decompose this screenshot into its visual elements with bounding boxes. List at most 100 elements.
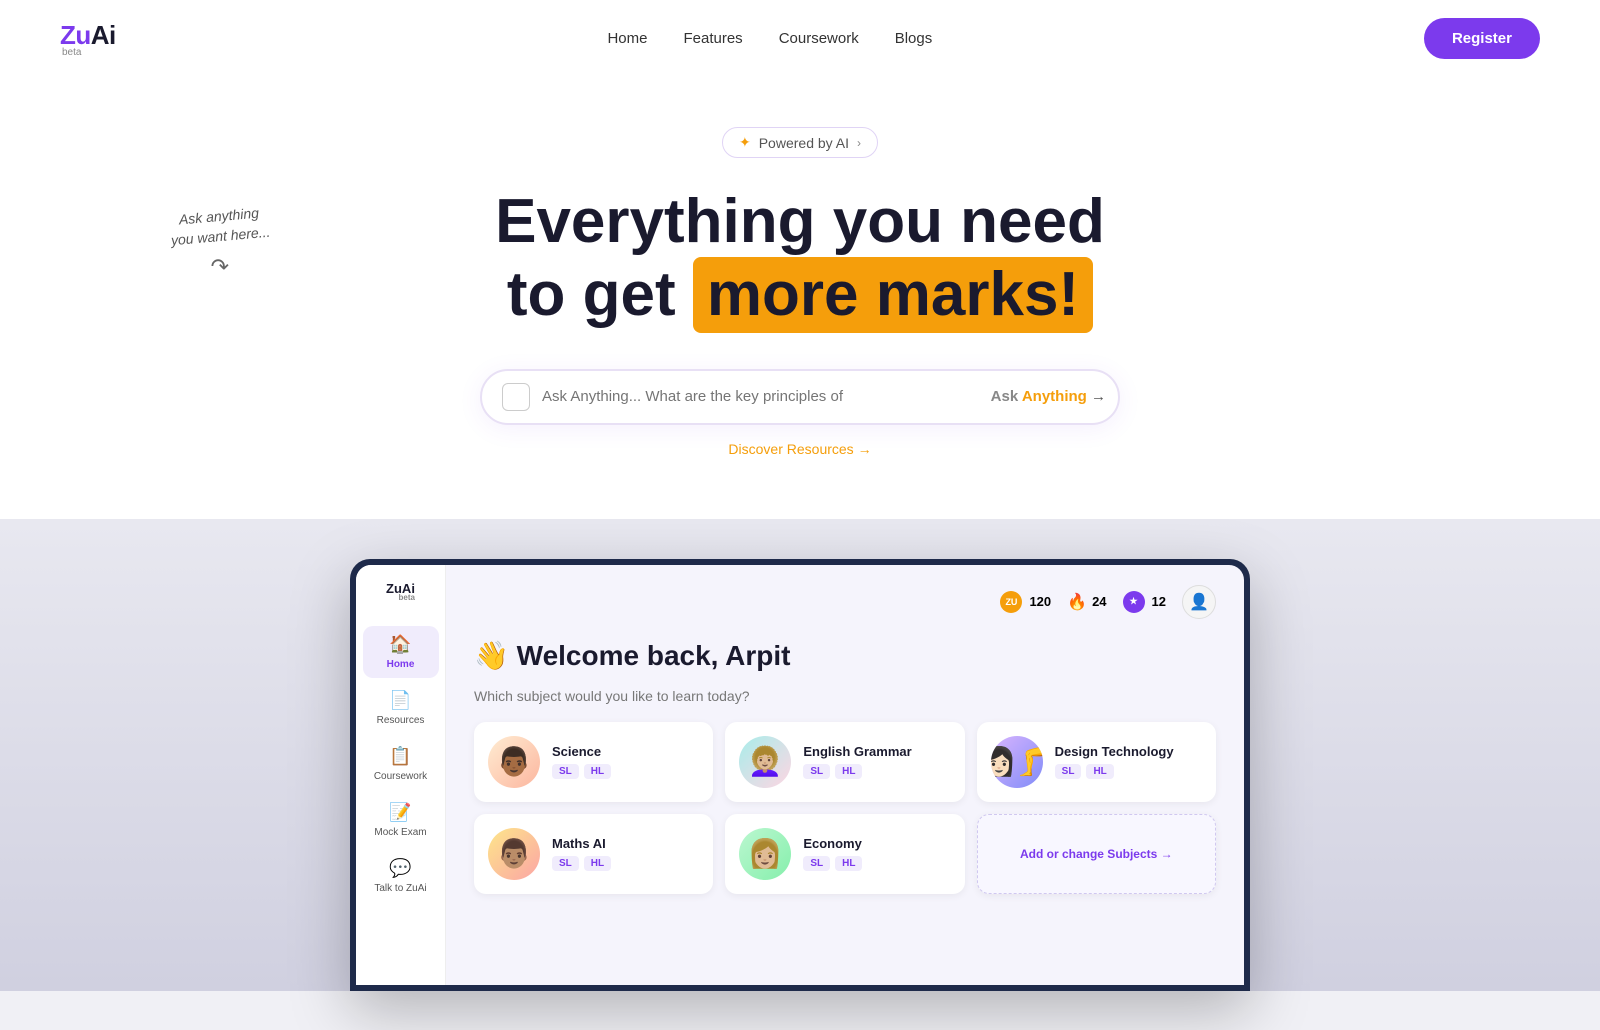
science-tag-sl: SL [552, 764, 579, 779]
sidebar-item-talk[interactable]: 💬 Talk to ZuAi [363, 850, 439, 902]
economy-name: Economy [803, 836, 950, 851]
sidebar-item-coursework[interactable]: 📋 Coursework [363, 738, 439, 790]
english-tags: SL HL [803, 764, 950, 779]
subject-card-science[interactable]: 👨🏾 Science SL HL [474, 722, 713, 802]
subject-card-economy[interactable]: 👩🏼 Economy SL HL [725, 814, 964, 894]
sidebar-label-talk: Talk to ZuAi [374, 883, 426, 894]
anything-label: Anything [1022, 388, 1087, 405]
talk-icon: 💬 [389, 858, 411, 879]
maths-avatar: 👨🏽 [488, 828, 540, 880]
resources-icon: 📄 [389, 690, 411, 711]
mockup-section: ZuAi beta 🏠 Home 📄 Resources 📋 Coursewor… [0, 519, 1600, 991]
home-icon: 🏠 [389, 634, 411, 655]
navbar: ZuAi beta Home Features Coursework Blogs… [0, 0, 1600, 77]
powered-badge[interactable]: ✦ Powered by AI › [722, 127, 878, 158]
design-tags: SL HL [1055, 764, 1202, 779]
stat-star: ★ 12 [1123, 591, 1166, 613]
subject-card-english[interactable]: 👩🏼‍🦱 English Grammar SL HL [725, 722, 964, 802]
science-avatar: 👨🏾 [488, 736, 540, 788]
search-container: Ask Anything → [480, 369, 1120, 425]
subjects-grid: 👨🏾 Science SL HL 👩🏼‍🦱 [474, 722, 1216, 894]
user-avatar[interactable]: 👤 [1182, 585, 1216, 619]
design-name: Design Technology [1055, 744, 1202, 759]
design-info: Design Technology SL HL [1055, 744, 1202, 779]
subject-card-design[interactable]: 👩🏻‍🦵 Design Technology SL HL [977, 722, 1216, 802]
design-tag-hl: HL [1086, 764, 1113, 779]
nav-blogs[interactable]: Blogs [895, 30, 933, 47]
nav-features[interactable]: Features [683, 30, 742, 47]
fire-icon: 🔥 [1067, 592, 1087, 612]
economy-tags: SL HL [803, 856, 950, 871]
subtitle: Which subject would you like to learn to… [474, 688, 1216, 704]
hero-title-line2: to get more marks! [507, 260, 1093, 329]
sidebar-label-resources: Resources [377, 715, 425, 726]
zu-value: 120 [1029, 594, 1051, 609]
sidebar-item-resources[interactable]: 📄 Resources [363, 682, 439, 734]
science-tags: SL HL [552, 764, 699, 779]
nav-home[interactable]: Home [607, 30, 647, 47]
star-value: 12 [1152, 594, 1166, 609]
hero-title-highlight: more marks! [693, 257, 1093, 332]
nav-links: Home Features Coursework Blogs [607, 30, 932, 48]
mock-exam-icon: 📝 [389, 802, 411, 823]
search-input[interactable] [542, 388, 991, 405]
english-avatar: 👩🏼‍🦱 [739, 736, 791, 788]
discover-link[interactable]: Discover Resources → [728, 441, 871, 457]
search-bar: Ask Anything → [480, 369, 1120, 425]
annotation: Ask anythingyou want here... ↷ [170, 207, 270, 280]
maths-info: Maths AI SL HL [552, 836, 699, 871]
economy-tag-hl: HL [835, 856, 862, 871]
ask-label: Ask [991, 388, 1019, 405]
fire-value: 24 [1092, 594, 1106, 609]
sidebar-label-coursework: Coursework [374, 771, 427, 782]
maths-tag-hl: HL [584, 856, 611, 871]
maths-tags: SL HL [552, 856, 699, 871]
sidebar-label-mock-exam: Mock Exam [374, 827, 426, 838]
economy-tag-sl: SL [803, 856, 830, 871]
search-icon-box [502, 383, 530, 411]
science-info: Science SL HL [552, 744, 699, 779]
sidebar-label-home: Home [387, 659, 415, 670]
english-info: English Grammar SL HL [803, 744, 950, 779]
science-name: Science [552, 744, 699, 759]
app-logo: ZuAi beta [386, 581, 415, 602]
avatar-icon: 👤 [1189, 592, 1209, 612]
subject-card-maths[interactable]: 👨🏽 Maths AI SL HL [474, 814, 713, 894]
maths-tag-sl: SL [552, 856, 579, 871]
nav-coursework[interactable]: Coursework [779, 30, 859, 47]
top-bar: ZU 120 🔥 24 ★ 12 👤 [474, 585, 1216, 619]
powered-arrow: › [857, 136, 861, 150]
annotation-text: Ask anythingyou want here... [168, 203, 271, 251]
app-sidebar: ZuAi beta 🏠 Home 📄 Resources 📋 Coursewor… [356, 565, 446, 985]
maths-name: Maths AI [552, 836, 699, 851]
add-subject-label: Add or change Subjects → [1020, 847, 1173, 861]
zu-badge-icon: ZU [1000, 591, 1022, 613]
english-tag-sl: SL [803, 764, 830, 779]
ask-arrow: → [1091, 388, 1106, 405]
annotation-arrow: ↷ [170, 254, 270, 280]
economy-avatar: 👩🏼 [739, 828, 791, 880]
add-subject-card[interactable]: Add or change Subjects → [977, 814, 1216, 894]
register-button[interactable]: Register [1424, 18, 1540, 59]
sidebar-item-mock-exam[interactable]: 📝 Mock Exam [363, 794, 439, 846]
coursework-icon: 📋 [389, 746, 411, 767]
sidebar-item-home[interactable]: 🏠 Home [363, 626, 439, 678]
powered-label: Powered by AI [759, 135, 849, 151]
mockup-inner: ZuAi beta 🏠 Home 📄 Resources 📋 Coursewor… [356, 565, 1244, 985]
hero-section: Ask anythingyou want here... ↷ ✦ Powered… [0, 77, 1600, 519]
stat-zu: ZU 120 [1000, 591, 1051, 613]
mockup-frame: ZuAi beta 🏠 Home 📄 Resources 📋 Coursewor… [350, 559, 1250, 991]
design-tag-sl: SL [1055, 764, 1082, 779]
english-tag-hl: HL [835, 764, 862, 779]
ask-button[interactable]: Ask Anything → [991, 388, 1106, 405]
science-tag-hl: HL [584, 764, 611, 779]
star-icon: ✦ [739, 134, 751, 151]
hero-title-prefix: to get [507, 260, 693, 329]
hero-title-line1: Everything you need [495, 187, 1105, 256]
star-badge-icon: ★ [1123, 591, 1145, 613]
english-name: English Grammar [803, 744, 950, 759]
logo-wrap: ZuAi beta [60, 20, 116, 58]
app-main: ZU 120 🔥 24 ★ 12 👤 👋 Welcome b [446, 565, 1244, 985]
economy-info: Economy SL HL [803, 836, 950, 871]
logo-beta: beta [62, 47, 81, 58]
